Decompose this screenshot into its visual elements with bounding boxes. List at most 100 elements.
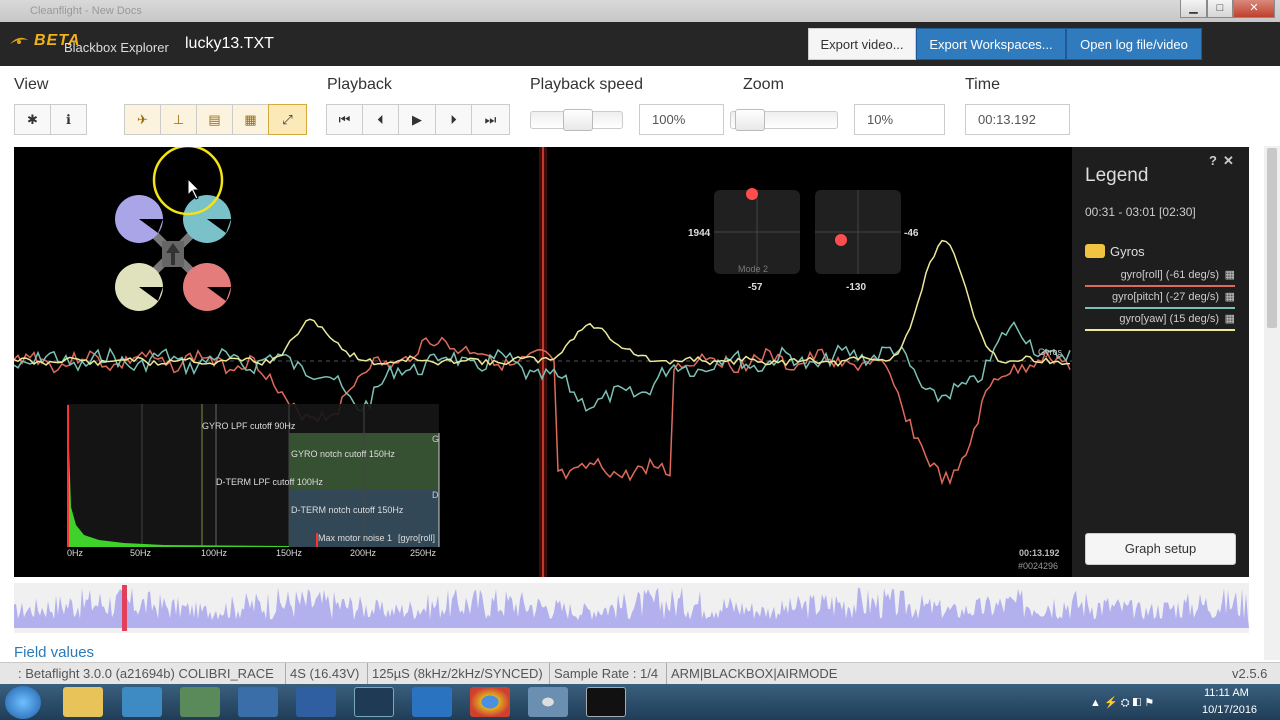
legend-close-icon[interactable]: ✕ <box>1223 153 1234 169</box>
blackbox-icon[interactable] <box>586 687 626 717</box>
chart-app-icon[interactable] <box>238 687 278 717</box>
media-icon[interactable] <box>528 687 568 717</box>
scrollbar-thumb[interactable] <box>1267 148 1277 328</box>
legend-entry-pitch[interactable]: gyro[pitch] (-27 deg/s) ▦ <box>1085 289 1235 309</box>
app-version: v2.5.6 <box>1232 666 1268 681</box>
explorer-icon[interactable] <box>63 687 103 717</box>
playback-label: Playback <box>327 76 392 93</box>
graph-time-stamp: 00:13.192 <box>1019 548 1060 558</box>
legend-group-name[interactable]: Gyros <box>1110 244 1145 259</box>
freq-tick-200: 200Hz <box>350 548 377 558</box>
clock-time[interactable]: 11:11 AM <box>1204 687 1249 699</box>
time-label: Time <box>965 76 1000 93</box>
maximize-button[interactable]: □ <box>1207 0 1233 18</box>
browser-tab-text: Cleanflight - New Docs <box>30 5 142 17</box>
info-icon: ℹ <box>66 112 71 127</box>
graph-svg: 1944 -57 -46 -130 Mode 2 Gyros GYRO LPF … <box>14 147 1072 577</box>
playback-speed-slider[interactable] <box>530 109 623 131</box>
export-video-button[interactable]: Export video... <box>808 28 916 60</box>
jump-start-button[interactable]: ⏮ <box>326 104 363 135</box>
legend-help-icon[interactable]: ? <box>1209 153 1217 168</box>
overview-waveform <box>14 587 1249 628</box>
minimize-button[interactable]: ▁ <box>1180 0 1207 18</box>
quad-craft-diagram <box>115 195 231 311</box>
left-stick-throttle-value: -57 <box>748 282 763 293</box>
info-button[interactable]: ℹ <box>50 104 87 135</box>
graph-setup-button[interactable]: Graph setup <box>1085 533 1236 565</box>
status-battery: 4S (16.43V) <box>285 663 359 684</box>
step-back-icon: ⏴ <box>377 112 384 127</box>
table-view-button[interactable]: ▤ <box>196 104 233 135</box>
stick-mode-label: Mode 2 <box>738 264 768 274</box>
page-scrollbar[interactable] <box>1264 146 1280 660</box>
analyser-edge-g: G <box>432 434 439 444</box>
sticks-view-button[interactable]: ⊥ <box>160 104 197 135</box>
folder-icon <box>1085 244 1105 258</box>
spectrum-toggle-icon[interactable]: ▦ <box>1225 290 1235 303</box>
gyro-lpf-label: GYRO LPF cutoff 90Hz <box>202 421 296 431</box>
analyser-view-button[interactable]: ▦ <box>232 104 269 135</box>
play-button[interactable]: ▶ <box>398 104 436 135</box>
play-icon: ▶ <box>412 112 422 127</box>
field-values-heading[interactable]: Field values <box>14 644 94 661</box>
step-forward-button[interactable]: ⏵ <box>435 104 472 135</box>
right-stick-position <box>835 234 847 246</box>
clock-date[interactable]: 10/17/2016 <box>1202 704 1257 716</box>
graph-frame-id: #0024296 <box>1018 561 1058 571</box>
analyser-icon: ▦ <box>244 112 257 127</box>
left-stick-position <box>746 188 758 200</box>
overview-position-marker[interactable] <box>122 585 127 631</box>
window-titlebar: Cleanflight - New Docs <box>0 0 1280 22</box>
export-workspaces-button[interactable]: Export Workspaces... <box>916 28 1066 60</box>
spectrum-toggle-icon[interactable]: ▦ <box>1225 312 1235 325</box>
time-input[interactable]: 00:13.192 <box>965 104 1070 135</box>
tray-icons[interactable]: ▲ ⚡ ⛭ ◧ ⚑ <box>1090 696 1154 710</box>
network-icon[interactable] <box>122 687 162 717</box>
freq-tick-150: 150Hz <box>276 548 303 558</box>
zoom-input[interactable]: 10% <box>854 104 945 135</box>
legend-entry-yaw-label: gyro[yaw] (15 deg/s) <box>1119 313 1219 325</box>
status-looptime: 125µS (8kHz/2kHz/SYNCED) <box>367 663 543 684</box>
right-stick-roll-value: -46 <box>904 228 919 239</box>
status-sample-rate: Sample Rate : 1/4 <box>549 663 658 684</box>
step-back-button[interactable]: ⏴ <box>362 104 399 135</box>
zoom-slider-handle[interactable] <box>734 109 765 131</box>
freq-tick-250: 250Hz <box>410 548 437 558</box>
start-button[interactable] <box>5 686 41 719</box>
status-bar: : Betaflight 3.0.0 (a21694b) COLIBRI_RAC… <box>0 662 1280 684</box>
legend-entry-yaw[interactable]: gyro[yaw] (15 deg/s) ▦ <box>1085 311 1235 331</box>
status-flags: ARM|BLACKBOX|AIRMODE <box>666 663 837 684</box>
scope-icon[interactable] <box>354 687 394 717</box>
open-log-button[interactable]: Open log file/video <box>1066 28 1202 60</box>
spectrum-analyser[interactable]: GYRO LPF cutoff 90Hz GYRO notch cutoff 1… <box>67 404 440 558</box>
gear-icon: ✱ <box>27 112 38 127</box>
zoom-slider[interactable] <box>730 109 838 131</box>
status-firmware: : Betaflight 3.0.0 (a21694b) COLIBRI_RAC… <box>18 666 274 681</box>
log-overview-strip[interactable] <box>14 583 1249 633</box>
gyro-notch-label: GYRO notch cutoff 150Hz <box>291 449 395 459</box>
speed-slider-handle[interactable] <box>562 109 593 131</box>
book-icon[interactable] <box>296 687 336 717</box>
mouse-cursor-icon <box>187 177 201 200</box>
craft-view-button[interactable]: ✈ <box>124 104 161 135</box>
legend-entry-roll[interactable]: gyro[roll] (-61 deg/s) ▦ <box>1085 267 1235 287</box>
playback-speed-input[interactable]: 100% <box>639 104 724 135</box>
outlook-icon[interactable] <box>412 687 452 717</box>
skip-end-icon: ⏭ <box>484 112 497 127</box>
max-motor-noise-label: Max motor noise 1 <box>318 533 392 543</box>
app-name: Blackbox Explorer <box>64 40 169 55</box>
close-window-button[interactable]: ✕ <box>1233 0 1275 18</box>
dterm-lpf-label: D-TERM LPF cutoff 100Hz <box>216 477 323 487</box>
expand-view-button[interactable]: ⤢ <box>268 104 307 135</box>
craft-icon: ✈ <box>137 112 148 127</box>
calc-icon[interactable] <box>180 687 220 717</box>
step-forward-icon: ⏵ <box>450 112 457 127</box>
jump-end-button[interactable]: ⏭ <box>471 104 510 135</box>
settings-button[interactable]: ✱ <box>14 104 51 135</box>
spectrum-toggle-icon[interactable]: ▦ <box>1225 268 1235 281</box>
log-graph-canvas[interactable]: 1944 -57 -46 -130 Mode 2 Gyros GYRO LPF … <box>14 147 1072 577</box>
freq-tick-50: 50Hz <box>130 548 152 558</box>
dterm-notch-label: D-TERM notch cutoff 150Hz <box>291 505 404 515</box>
analyser-field-tag: [gyro[roll] <box>398 533 435 543</box>
chrome-icon[interactable] <box>470 687 510 717</box>
